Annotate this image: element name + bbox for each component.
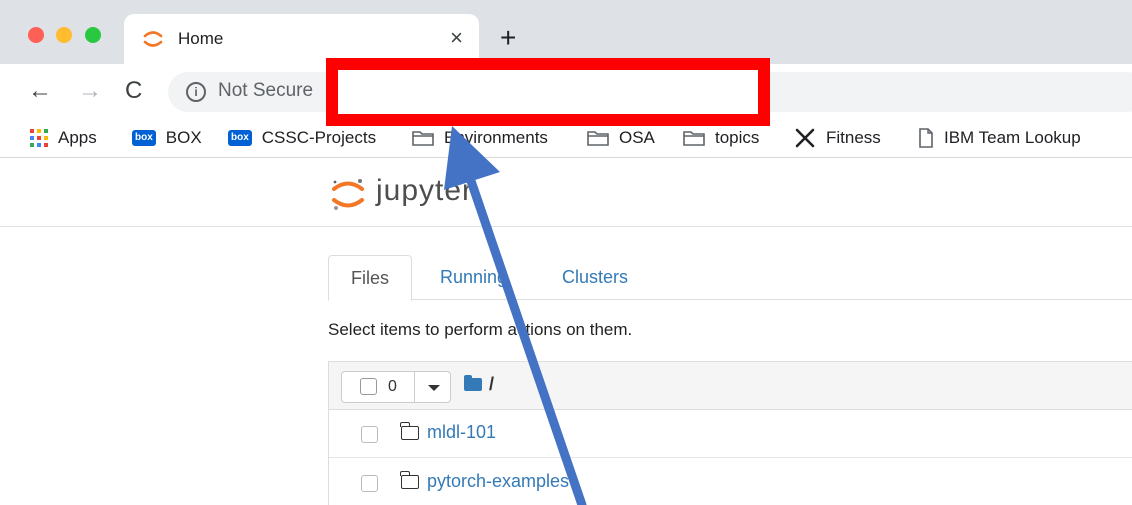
bookmark-label: OSA bbox=[619, 128, 655, 147]
window-minimize-button[interactable] bbox=[56, 27, 72, 43]
bookmark-label: topics bbox=[715, 128, 760, 147]
reload-icon[interactable]: C bbox=[125, 78, 142, 104]
jupyter-tab-bar: Files Running Clusters bbox=[328, 255, 1132, 301]
bookmark-label: BOX bbox=[165, 128, 202, 147]
select-all-checkbox[interactable] bbox=[360, 378, 377, 395]
bookmark-label: Apps bbox=[58, 128, 97, 147]
window-close-button[interactable] bbox=[28, 27, 44, 43]
browser-tab-home[interactable]: Home × bbox=[124, 14, 479, 64]
forward-icon[interactable]: → bbox=[78, 78, 102, 104]
tab-files[interactable]: Files bbox=[328, 255, 413, 301]
bookmark-apps[interactable]: Apps bbox=[30, 128, 97, 148]
item-link[interactable]: mldl-101 bbox=[427, 422, 496, 443]
box-icon: box bbox=[132, 130, 156, 146]
file-list-header: 0 / bbox=[329, 362, 1132, 410]
selection-hint: Select items to perform actions on them. bbox=[328, 320, 633, 339]
breadcrumb[interactable]: / bbox=[489, 374, 494, 395]
bookmark-environments[interactable]: Environments bbox=[412, 128, 548, 148]
apps-grid-icon bbox=[30, 129, 48, 147]
bookmark-cssc-projects[interactable]: box CSSC-Projects bbox=[228, 128, 376, 148]
list-item[interactable]: pytorch-examples bbox=[329, 459, 1132, 505]
jupyter-logo-icon[interactable] bbox=[330, 176, 366, 212]
bookmark-label: CSSC-Projects bbox=[261, 128, 377, 147]
jupyter-logo-icon bbox=[143, 31, 163, 47]
bookmark-label: IBM Team Lookup bbox=[944, 128, 1081, 147]
folder-icon bbox=[412, 131, 434, 146]
bookmark-label: Environments bbox=[444, 128, 548, 147]
file-list: 0 / mldl-101 pytorch-examples bbox=[328, 361, 1132, 505]
tab-title: Home bbox=[178, 29, 224, 48]
selected-count: 0 bbox=[388, 378, 397, 395]
chevron-down-icon[interactable] bbox=[428, 385, 440, 391]
tab-close-icon[interactable]: × bbox=[450, 26, 463, 50]
tab-running[interactable]: Running bbox=[418, 255, 529, 300]
folder-icon bbox=[400, 471, 419, 489]
window-maximize-button[interactable] bbox=[85, 27, 101, 43]
info-icon[interactable]: i bbox=[186, 82, 206, 102]
page-icon bbox=[919, 128, 933, 148]
fork-knife-icon bbox=[795, 128, 815, 148]
item-checkbox[interactable] bbox=[361, 426, 378, 443]
tab-clusters[interactable]: Clusters bbox=[540, 255, 650, 300]
new-tab-icon[interactable]: + bbox=[500, 24, 516, 52]
item-link[interactable]: pytorch-examples bbox=[427, 471, 569, 492]
folder-icon[interactable] bbox=[464, 375, 482, 391]
bookmark-osa[interactable]: OSA bbox=[587, 128, 655, 148]
bookmark-label: Fitness bbox=[826, 128, 881, 147]
security-label: Not Secure bbox=[218, 80, 314, 101]
jupyter-logo-text: jupyter bbox=[376, 174, 474, 207]
redaction-box bbox=[326, 58, 770, 126]
folder-icon bbox=[587, 131, 609, 146]
bookmark-topics[interactable]: topics bbox=[683, 128, 759, 148]
back-icon[interactable]: ← bbox=[28, 78, 52, 104]
bookmark-box[interactable]: box BOX bbox=[132, 128, 202, 148]
folder-icon bbox=[683, 131, 705, 146]
list-item[interactable]: mldl-101 bbox=[329, 410, 1132, 458]
browser-tabstrip: Home × + bbox=[0, 0, 1132, 64]
folder-icon bbox=[400, 422, 419, 440]
box-icon: box bbox=[228, 130, 252, 146]
item-checkbox[interactable] bbox=[361, 475, 378, 492]
select-all-dropdown[interactable]: 0 bbox=[341, 371, 451, 403]
bookmark-fitness[interactable]: Fitness bbox=[794, 128, 881, 148]
bookmark-ibm-team-lookup[interactable]: IBM Team Lookup bbox=[918, 128, 1081, 148]
jupyter-header: jupyter bbox=[0, 160, 1132, 227]
